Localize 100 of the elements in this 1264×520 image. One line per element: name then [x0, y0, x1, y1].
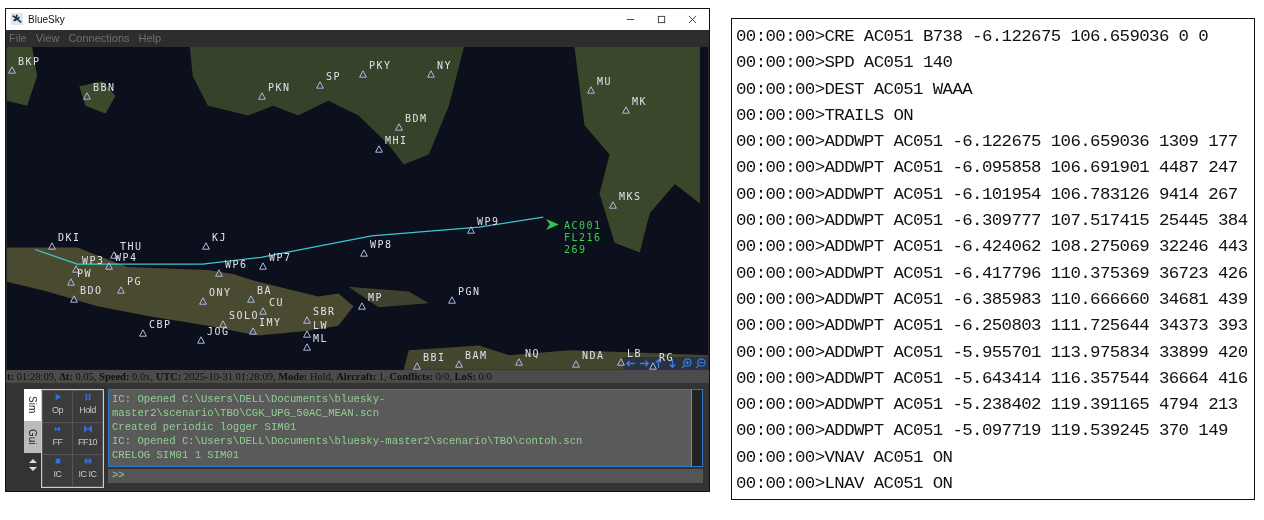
- triangle-icon: [649, 362, 657, 370]
- sim-button[interactable]: IC: [43, 455, 72, 486]
- side-tab[interactable]: Gui: [24, 421, 41, 453]
- triangle-icon: [413, 362, 421, 370]
- command-line: 00:00:00>ADDWPT AC051 -5.097719 119.539245 370 149: [736, 420, 1229, 443]
- triangle-icon: [8, 66, 16, 75]
- zoom-out-icon[interactable]: [695, 358, 706, 369]
- command-line: 00:00:00>VNAV AC051 ON: [736, 446, 954, 469]
- close-icon[interactable]: [688, 14, 697, 24]
- console-line: CRELOG SIM01 1 SIM01: [112, 448, 241, 462]
- waypoint-label: LW: [313, 320, 329, 332]
- zoom-in-icon[interactable]: [681, 358, 692, 369]
- sim-button[interactable]: IC IC: [73, 455, 102, 486]
- aircraft-arrow-icon[interactable]: [546, 219, 559, 231]
- console-line: IC: Opened C:\Users\DELL\Documents\bluesky-: [112, 392, 387, 406]
- triangle-icon: [197, 336, 205, 345]
- triangle-icon: [395, 123, 403, 132]
- aircraft-speed: 269: [564, 244, 588, 257]
- waypoint-label: SBR: [313, 306, 336, 318]
- fast-forward-icon: [53, 425, 62, 433]
- console-line: master2\scenario\TBO\CGK_UPG_50AC_MEAN.scn: [112, 406, 380, 420]
- stop-icon: [53, 457, 62, 465]
- waypoint-label: ML: [313, 333, 329, 345]
- triangle-icon: [259, 262, 267, 271]
- triangle-icon: [609, 201, 617, 210]
- waypoint-label: BBI: [423, 352, 446, 364]
- play-icon: [53, 393, 62, 401]
- command-line: 00:00:00>ADDWPT AC051 -6.417796 110.375369 36723 426: [736, 262, 1249, 285]
- triangle-icon: [258, 92, 266, 101]
- triangle-icon: [515, 358, 523, 367]
- triangle-icon: [587, 86, 595, 95]
- waypoint-label: BDM: [405, 113, 428, 125]
- waypoint-label: SP: [326, 71, 342, 83]
- triangle-icon: [219, 320, 227, 329]
- waypoint-label: CU: [269, 297, 285, 309]
- command-line: 00:00:00>CRE AC051 B738 -6.122675 106.659036 0 0: [736, 26, 1210, 48]
- waypoint-label: WP3: [82, 255, 105, 267]
- command-line: 00:00:00>DEST AC051 WAAA: [736, 78, 974, 101]
- waypoint-label: BBN: [93, 82, 116, 94]
- command-line: 00:00:00>ADDWPT AC051 -5.238402 119.391165 4794 213: [736, 394, 1239, 417]
- waypoint-label: SOLO: [229, 310, 260, 322]
- scrollbar[interactable]: [691, 390, 702, 466]
- sim-button[interactable]: FF: [43, 423, 72, 454]
- triangle-icon: [139, 329, 147, 338]
- waypoint-label: PG: [127, 276, 143, 288]
- arrow-right-icon[interactable]: [639, 358, 650, 369]
- command-input[interactable]: >>: [108, 469, 703, 483]
- aircraft-flight-level: FL216: [564, 232, 602, 245]
- up-down-arrows-icon[interactable]: [27, 457, 38, 473]
- waypoint-label: ONY: [209, 287, 232, 299]
- sim-button[interactable]: FF10: [73, 423, 102, 454]
- waypoint-label: PW: [77, 268, 93, 280]
- waypoint-label: PKY: [369, 60, 392, 72]
- command-line: 00:00:00>ADDWPT AC051 -5.643414 116.357544 36664 416: [736, 367, 1249, 390]
- aircraft-callsign: AC001: [564, 220, 602, 233]
- waypoint-label: MP: [368, 292, 384, 304]
- triangle-icon: [375, 145, 383, 154]
- triangle-icon: [215, 269, 223, 278]
- pause-icon: [83, 393, 92, 401]
- waypoint-label: PKN: [268, 82, 291, 94]
- landmass-shape: [79, 81, 116, 114]
- command-line: 00:00:00>ADDWPT AC051 -6.122675 106.659036 1309 177: [736, 131, 1239, 154]
- waypoint-label: WP7: [269, 252, 292, 264]
- waypoint-label: KJ: [212, 232, 228, 244]
- waypoint-label: MKS: [619, 191, 642, 203]
- triangle-icon: [199, 297, 207, 306]
- landmass-shape: [7, 47, 38, 106]
- waypoint-label: WP4: [115, 252, 138, 264]
- waypoint-label: NY: [437, 60, 453, 72]
- triangle-icon: [202, 242, 210, 251]
- triangle-icon: [249, 327, 257, 336]
- console-line: Created periodic logger SIM01: [112, 420, 298, 434]
- console-line: IC: Opened C:\Users\DELL\Documents\bluesky-master2\scenario\TBO\contoh.scn: [112, 434, 584, 448]
- command-line: 00:00:00>ADDWPT AC051 -5.955701 113.975834 33899 420: [736, 341, 1249, 364]
- airplane-icon: [11, 13, 23, 26]
- waypoint-label: WP8: [370, 239, 393, 251]
- triangle-icon: [448, 296, 456, 305]
- waypoint-label: WP9: [477, 216, 500, 228]
- command-line: 00:00:00>SPD AC051 140: [736, 52, 954, 75]
- arrow-left-icon[interactable]: [625, 358, 636, 369]
- command-line: 00:00:00>ADDWPT AC051 -6.385983 110.666660 34681 439: [736, 288, 1249, 311]
- sim-button[interactable]: Op: [43, 391, 72, 422]
- triangle-icon: [455, 360, 463, 369]
- waypoint-label: BKP: [18, 56, 41, 68]
- triangle-icon: [427, 70, 435, 79]
- sim-button[interactable]: Hold: [73, 391, 102, 422]
- waypoint-label: MU: [597, 76, 613, 88]
- window-title: BlueSky: [28, 13, 65, 25]
- waypoint-label: MHI: [385, 135, 408, 147]
- side-tab[interactable]: Sim: [24, 389, 41, 421]
- waypoint-label: PGN: [458, 286, 481, 298]
- triangle-icon: [117, 286, 125, 295]
- triangle-icon: [617, 358, 625, 367]
- waypoint-label: DKI: [58, 232, 81, 244]
- maximize-icon[interactable]: [657, 14, 666, 24]
- waypoint-label: IMY: [259, 317, 282, 329]
- command-line: 00:00:00>ADDWPT AC051 -6.101954 106.783126 9414 267: [736, 183, 1239, 206]
- command-line: 00:00:00>ADDWPT AC051 -6.309777 107.517415 25445 384: [736, 210, 1249, 233]
- command-line: 00:00:00>TRAILS ON: [736, 104, 915, 127]
- triangle-icon: [572, 360, 580, 369]
